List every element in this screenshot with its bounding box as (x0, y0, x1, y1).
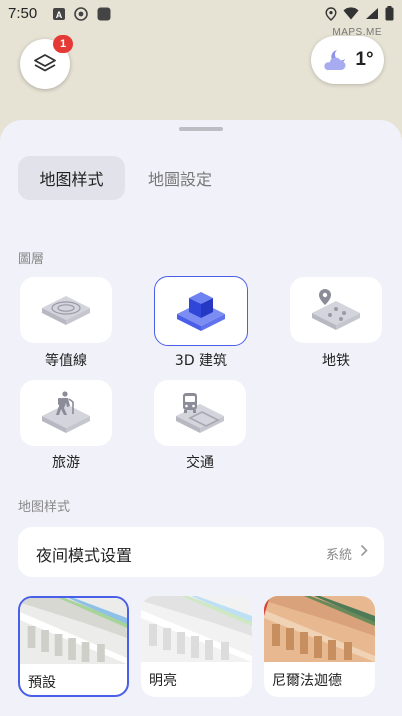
weather-button[interactable]: 1° (311, 36, 384, 84)
default-style-preview (20, 598, 127, 664)
tab-map-settings[interactable]: 地圖設定 (130, 156, 230, 200)
chevron-right-icon (360, 544, 368, 557)
style-default[interactable]: 預設 (18, 596, 129, 697)
layer-transit[interactable] (154, 380, 246, 446)
3d-buildings-icon (177, 292, 225, 331)
nilfgaard-style-preview (264, 596, 375, 662)
layer-subway-label: 地铁 (322, 353, 350, 369)
status-indicators (325, 6, 394, 21)
status-bar: 7:50 A (0, 0, 402, 28)
night-cloud-icon (324, 50, 346, 70)
layers-badge: 1 (53, 35, 73, 53)
bus-icon (176, 393, 224, 433)
layer-subway[interactable] (290, 277, 382, 343)
battery-icon (385, 6, 394, 21)
layer-3d-buildings[interactable] (154, 276, 248, 346)
layer-contour-lines-label: 等值線 (45, 353, 87, 369)
wifi-icon (343, 7, 359, 20)
notification-a-icon: A (53, 8, 65, 20)
subway-icon (312, 289, 360, 330)
sheet-drag-handle[interactable] (179, 127, 223, 131)
map-settings-sheet: 地图样式 地圖設定 圖層 等值線 3D 建筑 地铁 旅游 交通 地图样式 夜间模… (0, 120, 402, 716)
style-nilfgaard[interactable]: 尼爾法迦德 (264, 596, 375, 697)
layers-section-label: 圖層 (18, 252, 45, 267)
layer-hiking[interactable] (20, 380, 112, 446)
style-bright[interactable]: 明亮 (141, 596, 252, 697)
style-section-label: 地图样式 (18, 500, 71, 515)
tab-map-style[interactable]: 地图样式 (18, 156, 125, 200)
style-bright-label: 明亮 (149, 673, 177, 689)
svg-text:A: A (56, 10, 63, 20)
night-mode-title: 夜间模式设置 (36, 546, 133, 565)
night-mode-setting[interactable]: 夜间模式设置 系統 (18, 527, 384, 577)
style-default-label: 預設 (28, 675, 56, 691)
bright-style-preview (141, 596, 252, 662)
layer-contour-lines[interactable] (20, 277, 112, 343)
contour-lines-icon (42, 296, 90, 325)
notification-bug-icon (74, 7, 88, 21)
layer-3d-buildings-label: 3D 建筑 (174, 353, 228, 369)
style-nilfgaard-label: 尼爾法迦德 (272, 673, 342, 689)
location-icon (325, 6, 337, 21)
weather-temperature: 1° (355, 49, 374, 70)
night-mode-value: 系統 (325, 548, 352, 563)
hiking-icon (42, 391, 90, 433)
layer-transit-label: 交通 (186, 455, 214, 471)
signal-icon (366, 8, 378, 19)
status-time: 7:50 (8, 5, 38, 22)
notification-app-icon (97, 7, 111, 21)
layer-hiking-label: 旅游 (52, 455, 80, 471)
layers-icon (34, 54, 56, 72)
